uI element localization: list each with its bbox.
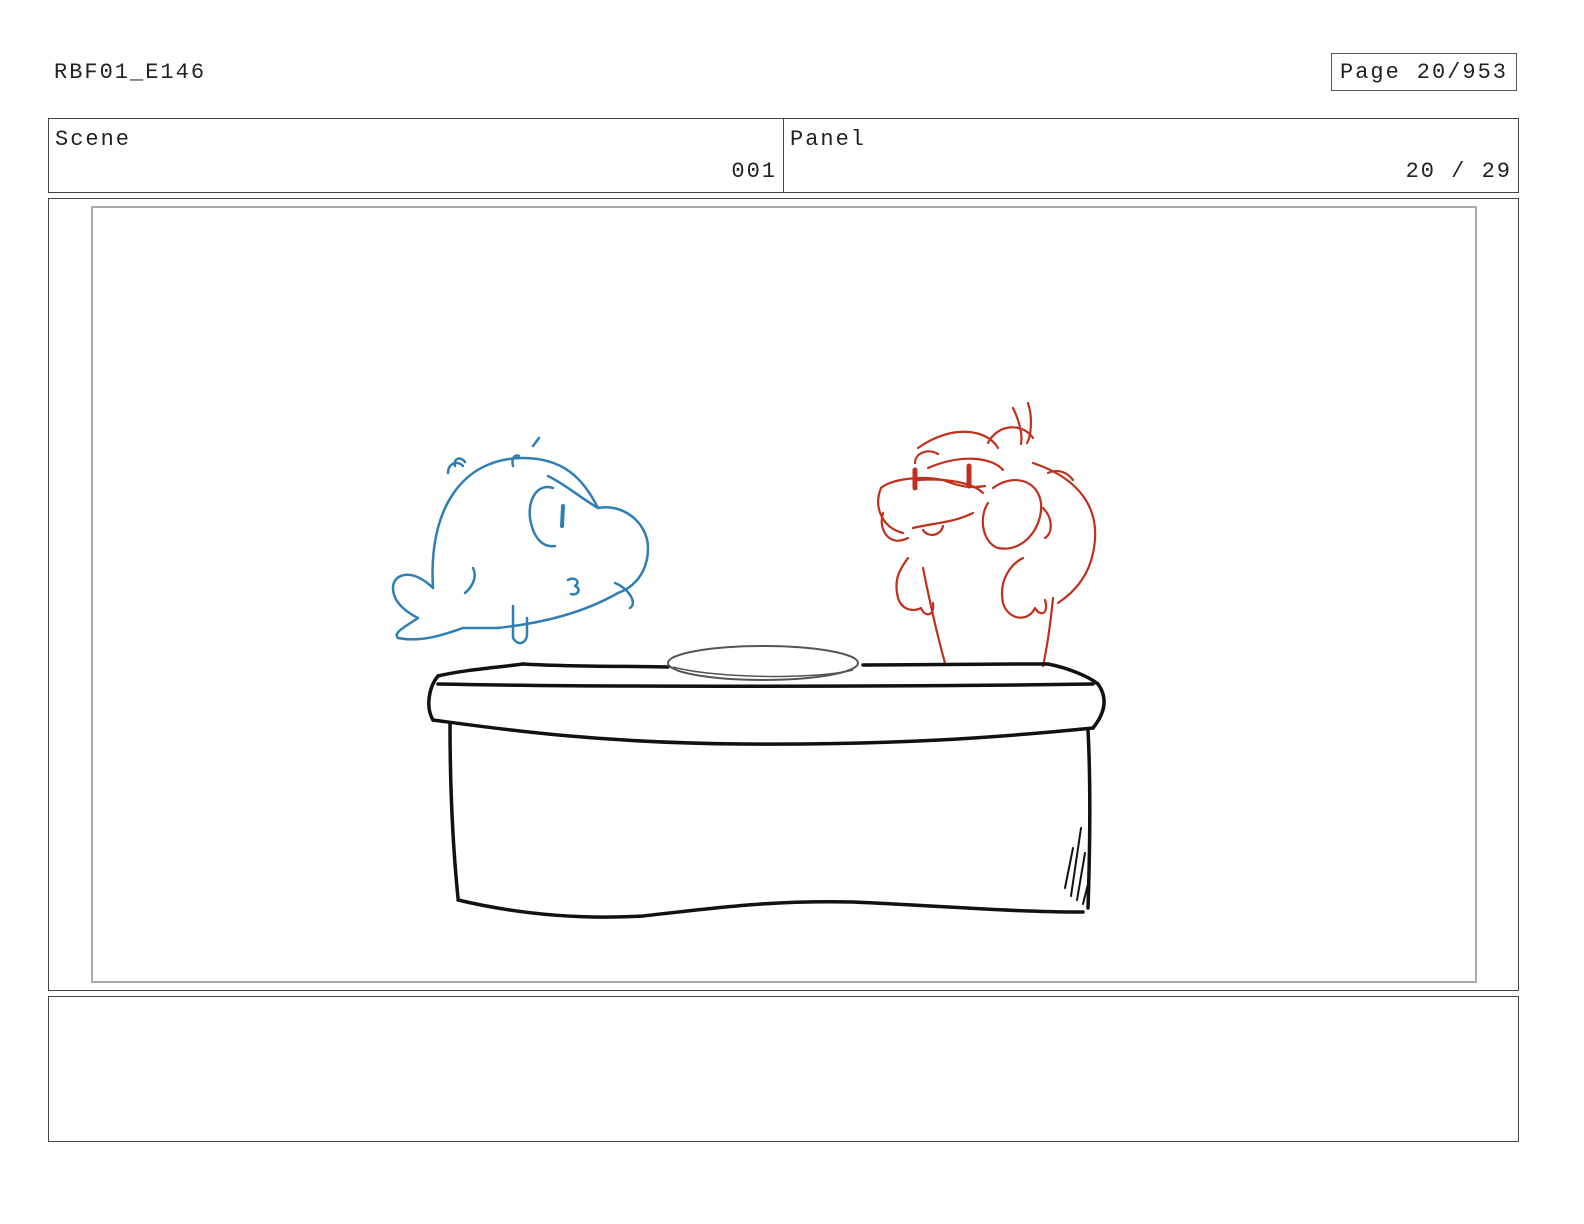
scene-label: Scene [55, 127, 132, 152]
blue-fish-character [391, 436, 650, 645]
scene-cell: Scene 001 [49, 119, 783, 192]
plate-on-counter [667, 645, 859, 681]
panel-notes [48, 996, 1519, 1142]
panel-label: Panel [790, 127, 867, 152]
page-label: Page [1340, 59, 1401, 85]
page-indicator: Page 20/953 [1331, 53, 1517, 91]
counter-desk [427, 662, 1106, 919]
scene-panel-info: Scene 001 Panel 20 / 29 [48, 118, 1519, 193]
panel-sketch [391, 401, 1106, 919]
panel-number: 20 / 29 [1405, 159, 1512, 184]
red-character [877, 401, 1097, 668]
scene-number: 001 [731, 159, 777, 184]
panel-drawing [91, 206, 1477, 983]
page-number: 20/953 [1416, 59, 1508, 85]
panel-cell: Panel 20 / 29 [783, 119, 1518, 192]
storyboard-panel [48, 198, 1519, 991]
episode-code: RBF01_E146 [54, 60, 207, 85]
